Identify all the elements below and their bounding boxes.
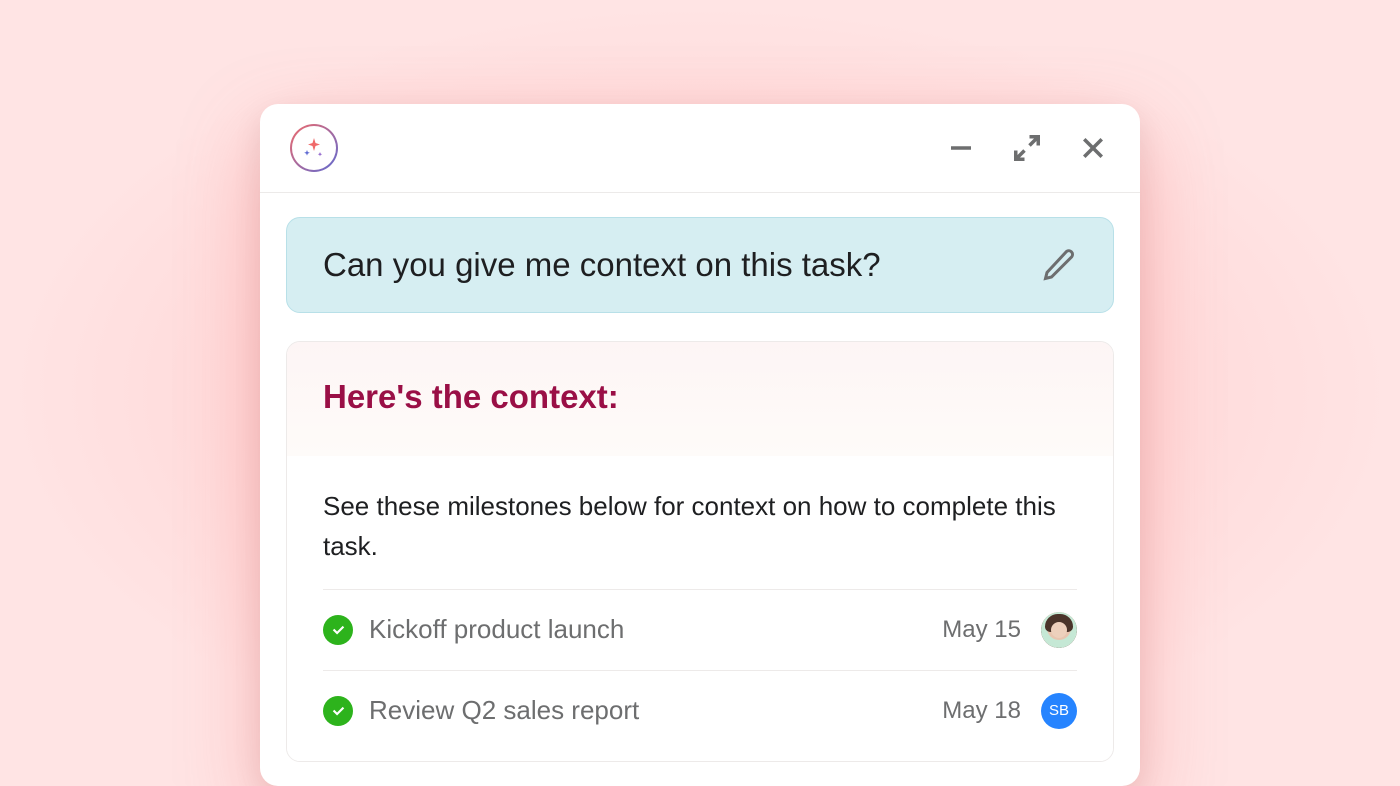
milestone-title: Review Q2 sales report <box>369 695 926 726</box>
response-header: Here's the context: <box>287 342 1113 456</box>
ai-sparkle-logo <box>290 124 338 172</box>
milestone-date: May 18 <box>942 697 1021 725</box>
milestone-title: Kickoff product launch <box>369 614 926 645</box>
pencil-icon <box>1041 247 1077 283</box>
assignee-avatar[interactable]: SB <box>1041 693 1077 729</box>
expand-button[interactable] <box>1010 131 1044 165</box>
milestone-row[interactable]: Review Q2 sales report May 18 SB <box>323 670 1077 751</box>
response-title: Here's the context: <box>323 378 1077 416</box>
sparkle-icon <box>302 136 326 160</box>
check-complete-icon <box>323 696 353 726</box>
user-prompt-text: Can you give me context on this task? <box>323 246 1021 284</box>
response-description: See these milestones below for context o… <box>323 486 1077 567</box>
assignee-avatar[interactable] <box>1041 612 1077 648</box>
ai-chat-modal: Can you give me context on this task? He… <box>260 104 1140 786</box>
minimize-button[interactable] <box>944 131 978 165</box>
check-complete-icon <box>323 615 353 645</box>
modal-header <box>260 104 1140 193</box>
modal-body: Can you give me context on this task? He… <box>260 193 1140 786</box>
milestone-row[interactable]: Kickoff product launch May 15 <box>323 589 1077 670</box>
minimize-icon <box>946 133 976 163</box>
page-background: Can you give me context on this task? He… <box>0 0 1400 786</box>
expand-icon <box>1012 133 1042 163</box>
close-icon <box>1078 133 1108 163</box>
close-button[interactable] <box>1076 131 1110 165</box>
response-body: See these milestones below for context o… <box>287 456 1113 761</box>
user-prompt-box: Can you give me context on this task? <box>286 217 1114 313</box>
ai-response-card: Here's the context: See these milestones… <box>286 341 1114 762</box>
milestone-date: May 15 <box>942 616 1021 644</box>
edit-prompt-button[interactable] <box>1041 247 1077 283</box>
